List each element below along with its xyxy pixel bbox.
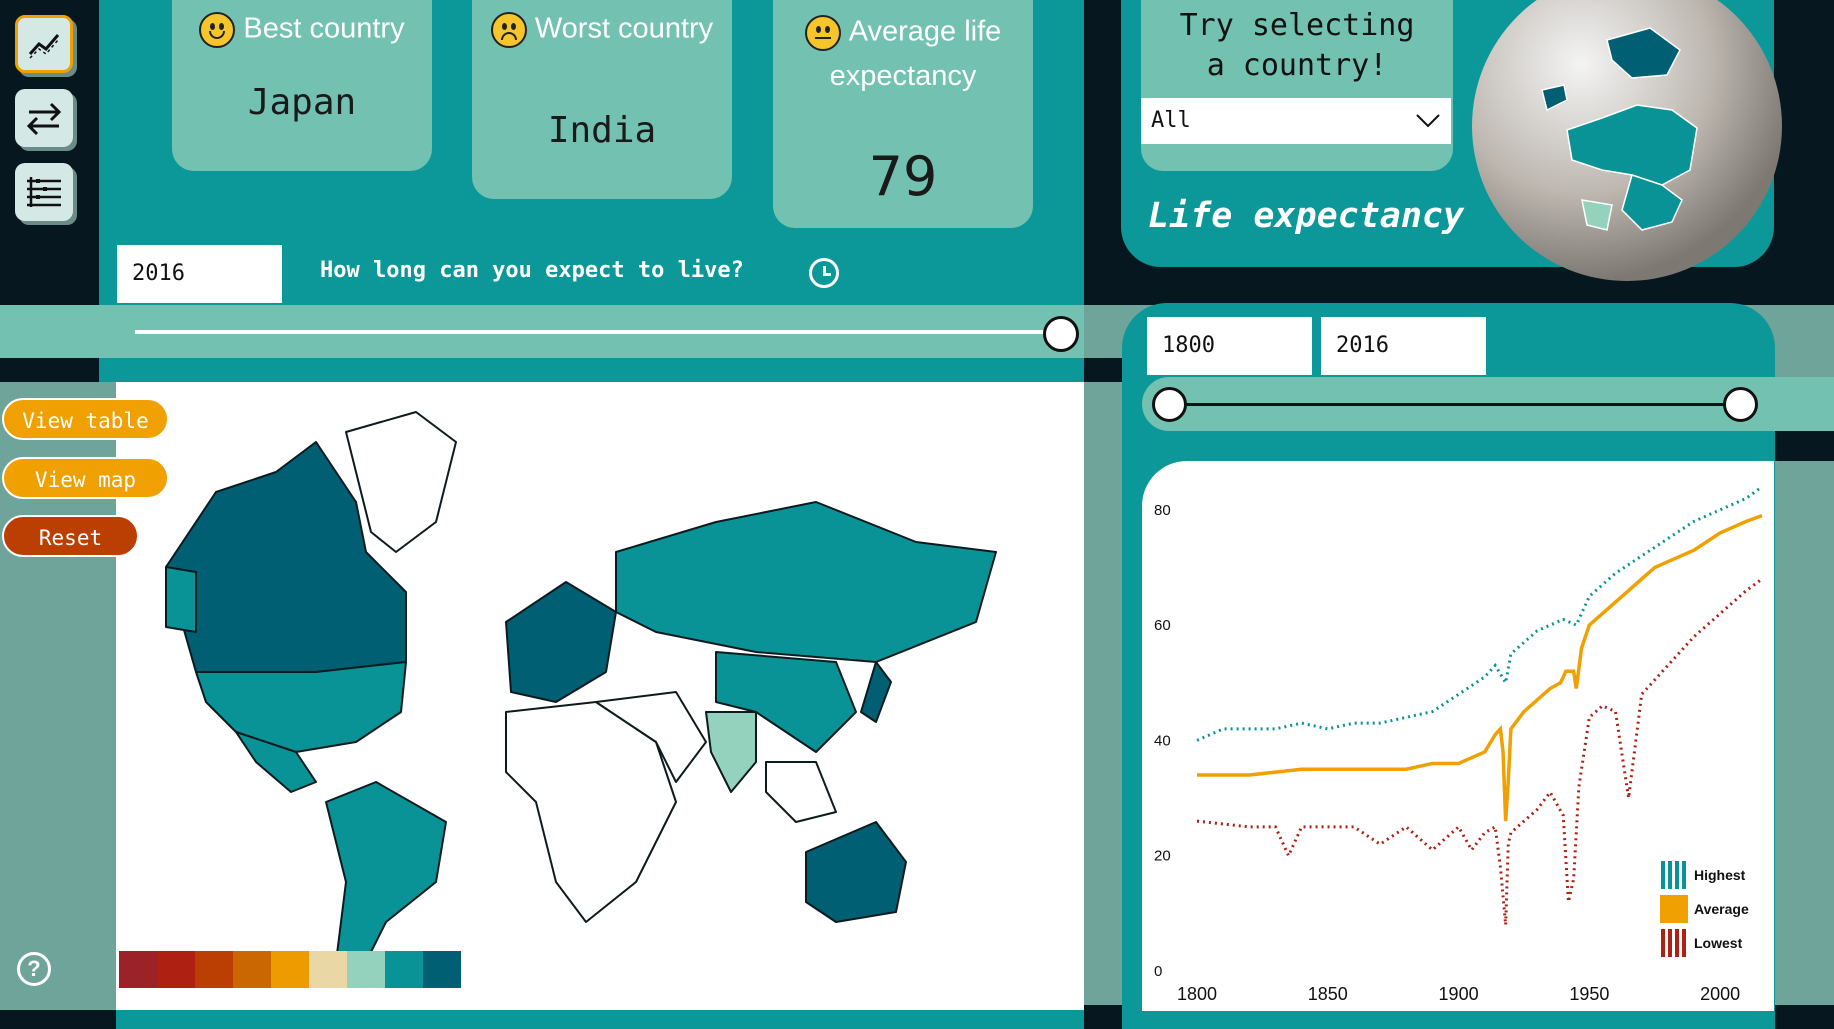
legend-label: 80+ [430,992,454,1007]
worst-country-card: Worst country India [472,0,732,199]
filter-view-button[interactable] [15,163,73,221]
legend-label: 25+ [164,992,188,1007]
range-end-input[interactable]: 2016 [1321,317,1486,375]
y-tick-label: 80 [1154,502,1171,519]
dark-gap [1084,358,1124,382]
legend-stripe [1675,929,1679,957]
y-tick-label: 60 [1154,617,1171,634]
legend-swatch [157,951,195,988]
x-tick-label: 2000 [1700,984,1740,1004]
range-start-handle[interactable] [1152,387,1187,422]
average-life-title-2: expectancy [829,60,977,92]
globe-title: Life expectancy [1148,196,1465,236]
range-right-dark [1775,431,1834,461]
map-alaska [165,566,197,633]
grin-emoji-icon [199,12,236,48]
year-input[interactable]: 2016 [117,245,282,303]
legend-swatch-average [1660,895,1688,923]
trend-view-button[interactable] [15,15,73,73]
legend-stripe [1682,861,1686,889]
x-tick-label: 1900 [1439,984,1479,1004]
chart-svg: 0 20 40 60 80 1800 1850 1900 1950 2000 Highest Aver… [1154,485,1763,1004]
list-settings-icon [27,177,61,207]
slider-gap-band [99,358,1084,382]
legend-stripe [1668,861,1672,889]
best-country-title: Best country [243,12,405,45]
average-life-card: Average life expectancy 79 [773,0,1033,228]
swap-arrows-icon [26,102,62,136]
legend-swatch [347,951,385,988]
legend-label: 70+ [392,992,416,1007]
x-tick-label: 1850 [1308,984,1348,1004]
country-dropdown[interactable]: All [1141,98,1451,144]
country-prompt-1: Try selecting [1179,8,1415,43]
range-start-input[interactable]: 1800 [1147,317,1312,375]
sad-emoji-icon [490,12,527,48]
legend-swatch [271,951,309,988]
legend-stripe [1661,929,1665,957]
legend-swatch [309,951,347,988]
legend-stripe [1668,929,1672,957]
year-slider-track[interactable] [135,330,1060,334]
series-line-highest [1196,485,1763,742]
help-icon[interactable]: ? [17,952,51,986]
average-life-title-1: Average life [848,15,1002,48]
x-tick-label: 1950 [1569,984,1609,1004]
x-tick-label: 1800 [1177,984,1217,1004]
country-dropdown-value: All [1151,108,1191,133]
map-bottom-strip [116,1010,1084,1029]
year-slider-handle[interactable] [1043,316,1079,352]
y-tick-label: 20 [1154,848,1171,865]
chevron-down-icon [1416,114,1440,128]
life-expectancy-chart: 0 20 40 60 80 1800 1850 1900 1950 2000 Highest Aver… [1142,461,1774,1011]
globe-image[interactable] [1472,0,1784,285]
y-tick-label: 40 [1154,732,1171,749]
legend-label: 20+ [126,992,150,1007]
clock-icon [809,258,839,288]
legend-labels: 20+ 25+ 30+ 35+ 40+ 50+ 60+ 70+ 80+ [119,988,461,1007]
legend-swatch [195,951,233,988]
legend-label: Average [1694,901,1749,917]
world-map[interactable] [116,382,1084,1010]
range-end-handle[interactable] [1723,387,1758,422]
legend-swatch [423,951,461,988]
legend-label: 35+ [240,992,264,1007]
map-usa [195,661,407,753]
compare-view-button[interactable] [15,89,73,147]
legend-stripe [1675,861,1679,889]
map-southeast-asia [765,761,837,823]
map-legend: 20+ 25+ 30+ 35+ 40+ 50+ 60+ 70+ 80+ [119,951,461,1011]
map-europe [505,581,617,703]
legend-stripe [1661,861,1665,889]
legend-swatches [119,951,461,988]
dark-gap-left [0,358,99,382]
series-line-average [1197,513,1763,822]
map-russia [615,501,997,663]
legend-label: 30+ [202,992,226,1007]
map-japan [860,661,892,723]
legend-label: 40+ [278,992,302,1007]
legend-label: Highest [1694,867,1746,883]
legend-label: 60+ [354,992,378,1007]
legend-stripe [1682,929,1686,957]
neutral-emoji-icon [804,15,841,51]
country-prompt-2: a country! [1206,48,1388,83]
question-text: How long can you expect to live? [320,258,744,283]
legend-label: 50+ [316,992,340,1007]
worst-country-title: Worst country [534,12,714,45]
range-slider-track[interactable] [1168,403,1743,406]
map-india [705,711,757,793]
legend-swatch [385,951,423,988]
legend-swatch [233,951,271,988]
average-life-value: 79 [868,145,938,208]
map-australia [805,821,907,923]
best-country-value: Japan [247,82,357,123]
best-country-card: Best country Japan [172,0,432,171]
trend-line-icon [28,34,60,59]
worst-country-value: India [547,110,657,151]
legend-swatch [119,951,157,988]
y-tick-label: 0 [1154,963,1162,980]
legend-label: Lowest [1694,935,1743,951]
